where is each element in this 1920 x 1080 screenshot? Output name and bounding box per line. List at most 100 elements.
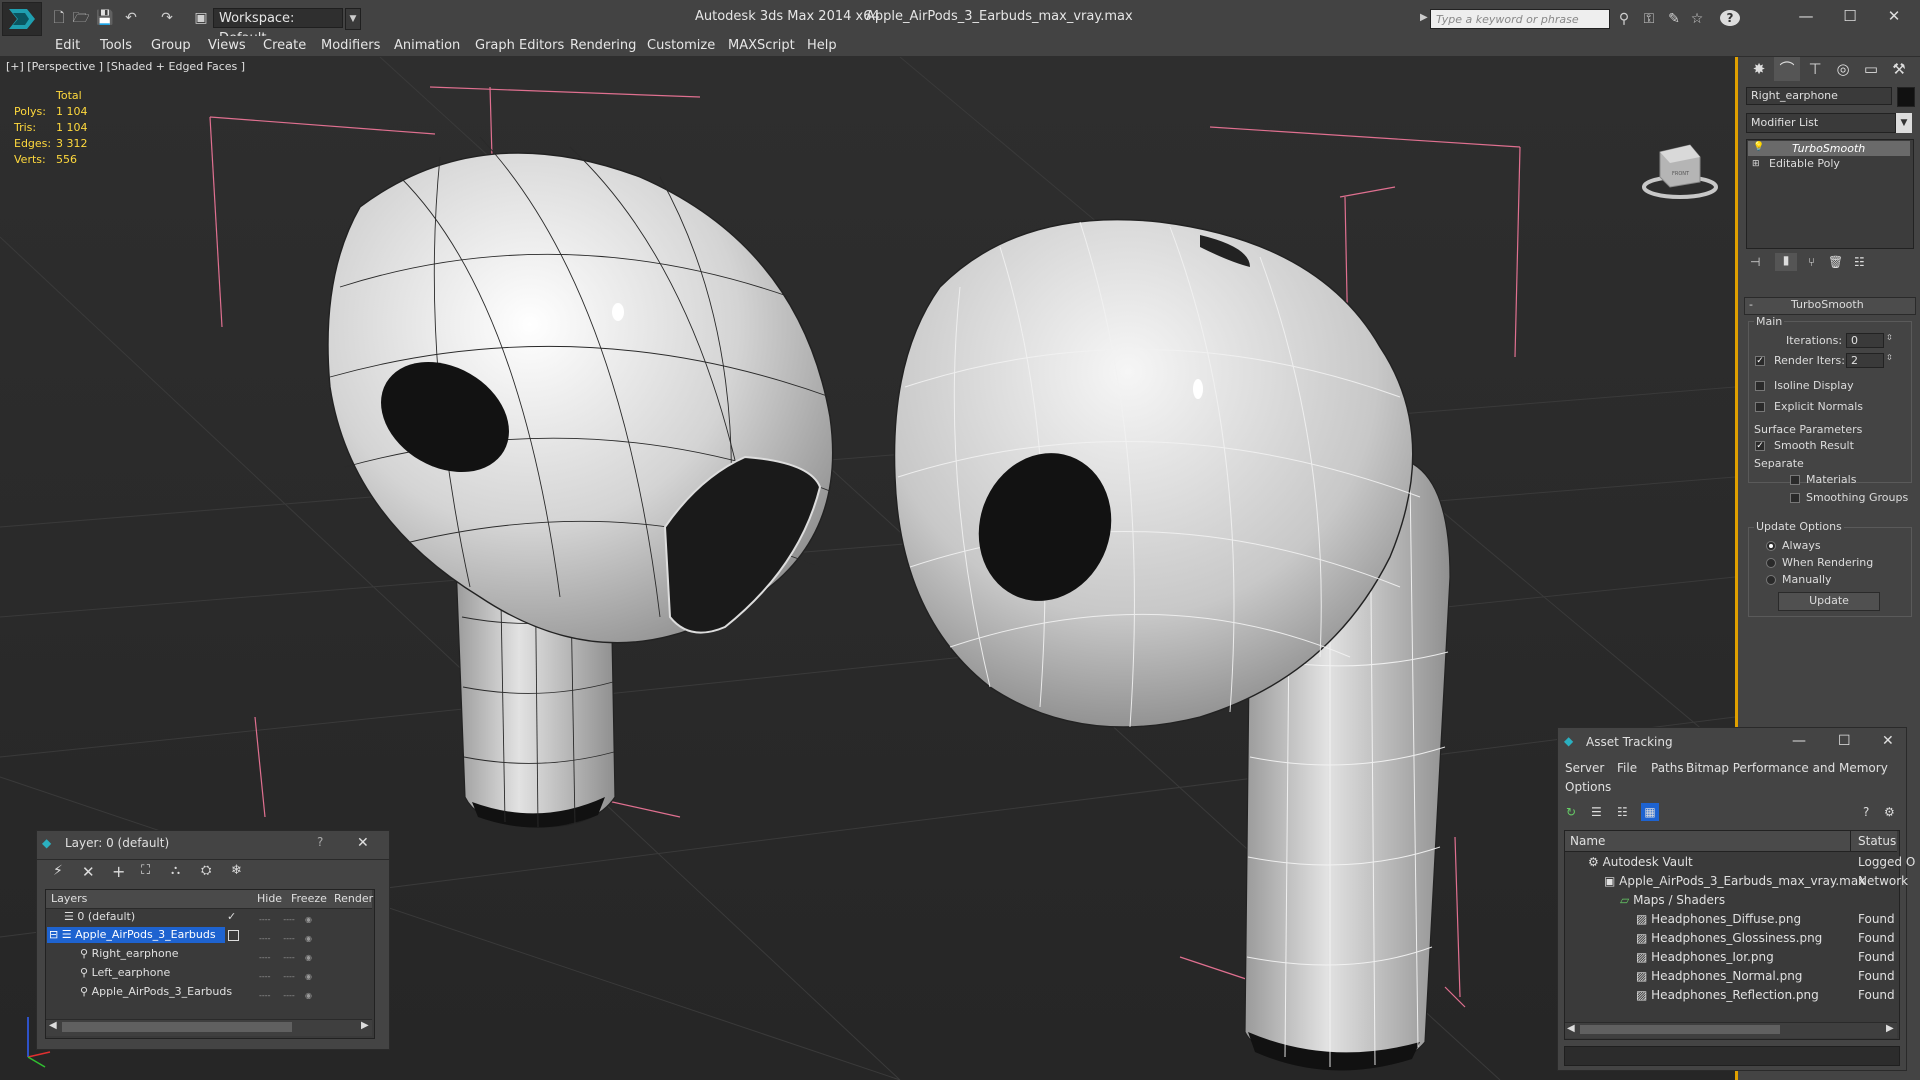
stack-item-editable-poly[interactable]: Editable Poly	[1769, 157, 1840, 170]
render-iters-spinner-arrows[interactable]: ⇳	[1886, 353, 1893, 362]
save-file-icon[interactable]: 💾	[96, 9, 114, 27]
menu-graph-editors[interactable]: Graph Editors	[475, 38, 564, 53]
add-to-layer-icon[interactable]: +	[112, 862, 125, 881]
modify-tab-icon[interactable]: ⌒	[1774, 57, 1800, 81]
asset-menu-options[interactable]: Options	[1565, 780, 1611, 794]
freeze-all-icon[interactable]: ❄	[231, 863, 242, 878]
scroll-left-icon[interactable]: ◀	[49, 1020, 57, 1031]
iterations-spinner-arrows[interactable]: ⇳	[1886, 333, 1893, 342]
remove-modifier-icon[interactable]: 🗑	[1828, 255, 1843, 269]
always-radio[interactable]	[1766, 541, 1776, 551]
workspace-dropdown-arrow[interactable]: ▼	[345, 8, 361, 30]
expand-plus-icon[interactable]: ⊞	[1752, 159, 1760, 169]
asset-row[interactable]: ▨ Headphones_Diffuse.png	[1636, 912, 1801, 926]
asset-row[interactable]: ▨ Headphones_Reflection.png	[1636, 988, 1819, 1002]
menu-group[interactable]: Group	[151, 38, 191, 53]
asset-row[interactable]: ▨ Headphones_Ior.png	[1636, 950, 1774, 964]
delete-layer-icon[interactable]: ✕	[82, 863, 95, 881]
communication-icon[interactable]: ✎	[1665, 10, 1683, 28]
asset-scroll-thumb[interactable]	[1580, 1025, 1780, 1034]
help-icon[interactable]: ?	[1720, 10, 1740, 26]
favorites-star-icon[interactable]: ☆	[1688, 10, 1706, 28]
search-input[interactable]: Type a keyword or phrase	[1430, 9, 1610, 29]
make-unique-icon[interactable]: ⑂	[1808, 255, 1815, 269]
scroll-right-icon[interactable]: ▶	[1886, 1023, 1894, 1034]
asset-menu-paths[interactable]: Paths	[1651, 761, 1684, 775]
object-name-field[interactable]: Right_earphone	[1746, 87, 1892, 105]
menu-views[interactable]: Views	[208, 38, 246, 53]
tree-view-icon[interactable]: ☷	[1617, 805, 1628, 819]
layer-window-close-button[interactable]: ✕	[357, 835, 369, 851]
project-folder-icon[interactable]: ▣	[192, 9, 210, 27]
lightbulb-icon[interactable]: 💡	[1753, 142, 1764, 152]
col-status[interactable]: Status	[1858, 834, 1896, 848]
list-view-icon[interactable]: ☰	[1591, 805, 1602, 819]
col-layers[interactable]: Layers	[51, 892, 87, 905]
isoline-display-checkbox[interactable]	[1755, 381, 1765, 391]
hierarchy-tab-icon[interactable]: ⊤	[1802, 57, 1828, 81]
modifier-list-arrow[interactable]: ▼	[1896, 113, 1912, 133]
show-end-result-icon[interactable]: ▮	[1775, 253, 1797, 271]
viewport-label[interactable]: [+] [Perspective ] [Shaded + Edged Faces…	[6, 60, 245, 73]
menu-rendering[interactable]: Rendering	[570, 38, 636, 53]
asset-minimize-button[interactable]: —	[1792, 733, 1806, 749]
asset-help-icon[interactable]: ?	[1863, 805, 1869, 819]
asset-row[interactable]: ▣ Apple_AirPods_3_Earbuds_max_vray.max	[1604, 874, 1865, 888]
menu-help[interactable]: Help	[807, 38, 837, 53]
display-tab-icon[interactable]: ▭	[1858, 57, 1884, 81]
explicit-normals-checkbox[interactable]	[1755, 402, 1765, 412]
configure-sets-icon[interactable]: ☷	[1854, 255, 1865, 269]
new-file-icon[interactable]: 🗋	[50, 9, 68, 27]
object-color-swatch[interactable]	[1897, 87, 1915, 107]
modifier-list-dropdown[interactable]: Modifier List	[1746, 113, 1896, 133]
menu-modifiers[interactable]: Modifiers	[321, 38, 380, 53]
col-hide[interactable]: Hide	[257, 892, 282, 905]
asset-row[interactable]: ⚙ Autodesk Vault	[1588, 855, 1693, 869]
minimize-button[interactable]: —	[1790, 6, 1822, 26]
asset-row[interactable]: ▱ Maps / Shaders	[1620, 893, 1725, 907]
redo-icon[interactable]: ↷	[158, 9, 176, 27]
create-tab-icon[interactable]: ✸	[1746, 57, 1772, 81]
asset-row[interactable]: ▨ Headphones_Glossiness.png	[1636, 931, 1822, 945]
scroll-right-icon[interactable]: ▶	[361, 1020, 369, 1031]
layer-window-help-button[interactable]: ?	[317, 835, 323, 849]
layer-row-left-earphone[interactable]: ⚲ Left_earphone	[80, 966, 170, 979]
when-rendering-radio[interactable]	[1766, 558, 1776, 568]
smooth-result-checkbox[interactable]: ✓	[1755, 441, 1765, 451]
render-iters-spinner[interactable]: 2	[1846, 353, 1884, 368]
layer-row-default[interactable]: ☰ 0 (default)	[64, 910, 135, 923]
materials-checkbox[interactable]	[1790, 475, 1800, 485]
highlight-layer-icon[interactable]: ⛬	[171, 863, 180, 878]
col-name[interactable]: Name	[1570, 834, 1605, 848]
close-button[interactable]: ✕	[1878, 6, 1910, 26]
app-menu-button[interactable]	[2, 2, 42, 36]
asset-menu-file[interactable]: File	[1617, 761, 1637, 775]
layer-toggle-dashes[interactable]: ---- ---- ◉ ---- ---- ◉ ---- ---- ◉ ----…	[259, 910, 359, 1005]
layer-row-airpods-object[interactable]: ⚲ Apple_AirPods_3_Earbuds	[80, 985, 232, 998]
workspace-dropdown[interactable]: Workspace: Default	[213, 8, 343, 46]
col-freeze[interactable]: Freeze	[291, 892, 327, 905]
scroll-left-icon[interactable]: ◀	[1567, 1023, 1575, 1034]
layer-row-right-earphone[interactable]: ⚲ Right_earphone	[80, 947, 178, 960]
menu-customize[interactable]: Customize	[647, 38, 715, 53]
manually-radio[interactable]	[1766, 575, 1776, 585]
layer-row-airpods[interactable]: ⊟ ☰ Apple_AirPods_3_Earbuds	[49, 928, 216, 941]
menu-create[interactable]: Create	[263, 38, 306, 53]
utilities-tab-icon[interactable]: ⚒	[1886, 57, 1912, 81]
asset-maximize-button[interactable]: ☐	[1838, 733, 1851, 749]
asset-menu-server[interactable]: Server	[1565, 761, 1604, 775]
refresh-icon[interactable]: ↻	[1566, 805, 1576, 819]
menu-maxscript[interactable]: MAXScript	[728, 38, 795, 53]
render-iters-checkbox[interactable]: ✓	[1755, 356, 1765, 366]
asset-path-field[interactable]	[1564, 1046, 1900, 1066]
hide-all-icon[interactable]: ⛭	[201, 863, 211, 878]
update-button[interactable]: Update	[1778, 592, 1880, 611]
asset-close-button[interactable]: ✕	[1882, 733, 1894, 749]
motion-tab-icon[interactable]: ◎	[1830, 57, 1856, 81]
select-objects-icon[interactable]: ⛶	[141, 863, 150, 878]
asset-settings-icon[interactable]: ⚙	[1884, 805, 1895, 819]
open-file-icon[interactable]: 🗁	[72, 9, 90, 27]
search-expand-icon[interactable]: ▶	[1420, 12, 1428, 23]
create-layer-icon[interactable]: ⚡	[53, 863, 63, 879]
asset-menu-bitmap[interactable]: Bitmap Performance and Memory	[1686, 761, 1888, 775]
